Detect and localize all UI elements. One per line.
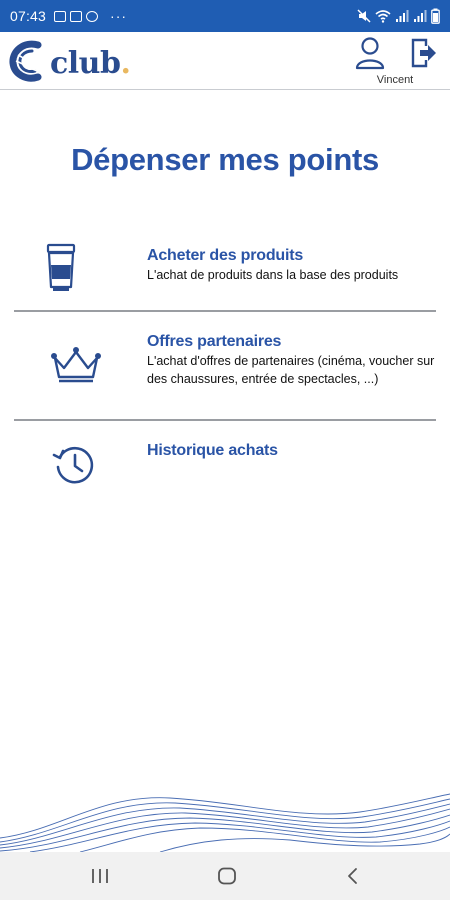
home-icon xyxy=(218,867,236,885)
app-icon xyxy=(86,10,99,22)
wifi-icon xyxy=(375,10,391,23)
notification-icons xyxy=(54,10,99,22)
club-logo-mark-icon xyxy=(9,40,43,82)
more-notifications: ··· xyxy=(110,8,128,24)
decorative-waves xyxy=(0,793,450,852)
menu-item-description: L'achat de produits dans la base des pro… xyxy=(147,268,399,282)
page-title: Dépenser mes points xyxy=(71,142,379,177)
menu-item-description: L'achat d'offres de partenaires (cinéma,… xyxy=(147,354,435,386)
status-bar: 07:43 ··· xyxy=(0,0,450,32)
user-name: Vincent xyxy=(376,74,414,86)
logout-icon xyxy=(411,38,436,68)
app-header: club. Vincent xyxy=(0,32,450,90)
menu-item-offres-partenaires[interactable]: Offres partenaires L'achat d'offres de p… xyxy=(14,326,436,410)
menu-item-historique-achats[interactable]: Historique achats xyxy=(14,435,436,495)
user-profile-icon xyxy=(355,37,385,70)
recent-apps-button[interactable] xyxy=(80,862,120,890)
mute-icon xyxy=(357,9,371,23)
logout-button[interactable] xyxy=(408,36,440,70)
signal-icon xyxy=(414,10,427,22)
product-tube-icon xyxy=(44,243,78,298)
battery-icon xyxy=(431,8,440,24)
divider xyxy=(14,419,436,421)
club-logo[interactable]: club. xyxy=(8,39,131,83)
status-time: 07:43 xyxy=(10,8,47,24)
history-clock-icon xyxy=(52,443,98,492)
profile-button[interactable] xyxy=(352,36,388,70)
menu-item-title: Acheter des produits xyxy=(147,247,304,264)
system-icons xyxy=(357,8,440,24)
recent-apps-icon xyxy=(92,869,108,883)
back-button[interactable] xyxy=(333,862,373,890)
menu-item-acheter-produits[interactable]: Acheter des produits L'achat de produits… xyxy=(14,240,436,302)
back-icon xyxy=(348,868,357,884)
menu-item-title: Offres partenaires xyxy=(147,333,282,350)
signal-icon xyxy=(396,10,409,22)
divider xyxy=(14,310,436,312)
android-nav-bar xyxy=(0,852,450,900)
crown-icon xyxy=(50,346,102,389)
logo-text: club. xyxy=(50,45,131,81)
gallery-icon xyxy=(54,10,67,22)
home-button[interactable] xyxy=(207,862,247,890)
menu-item-title: Historique achats xyxy=(147,442,278,459)
youtube-icon xyxy=(70,10,83,22)
